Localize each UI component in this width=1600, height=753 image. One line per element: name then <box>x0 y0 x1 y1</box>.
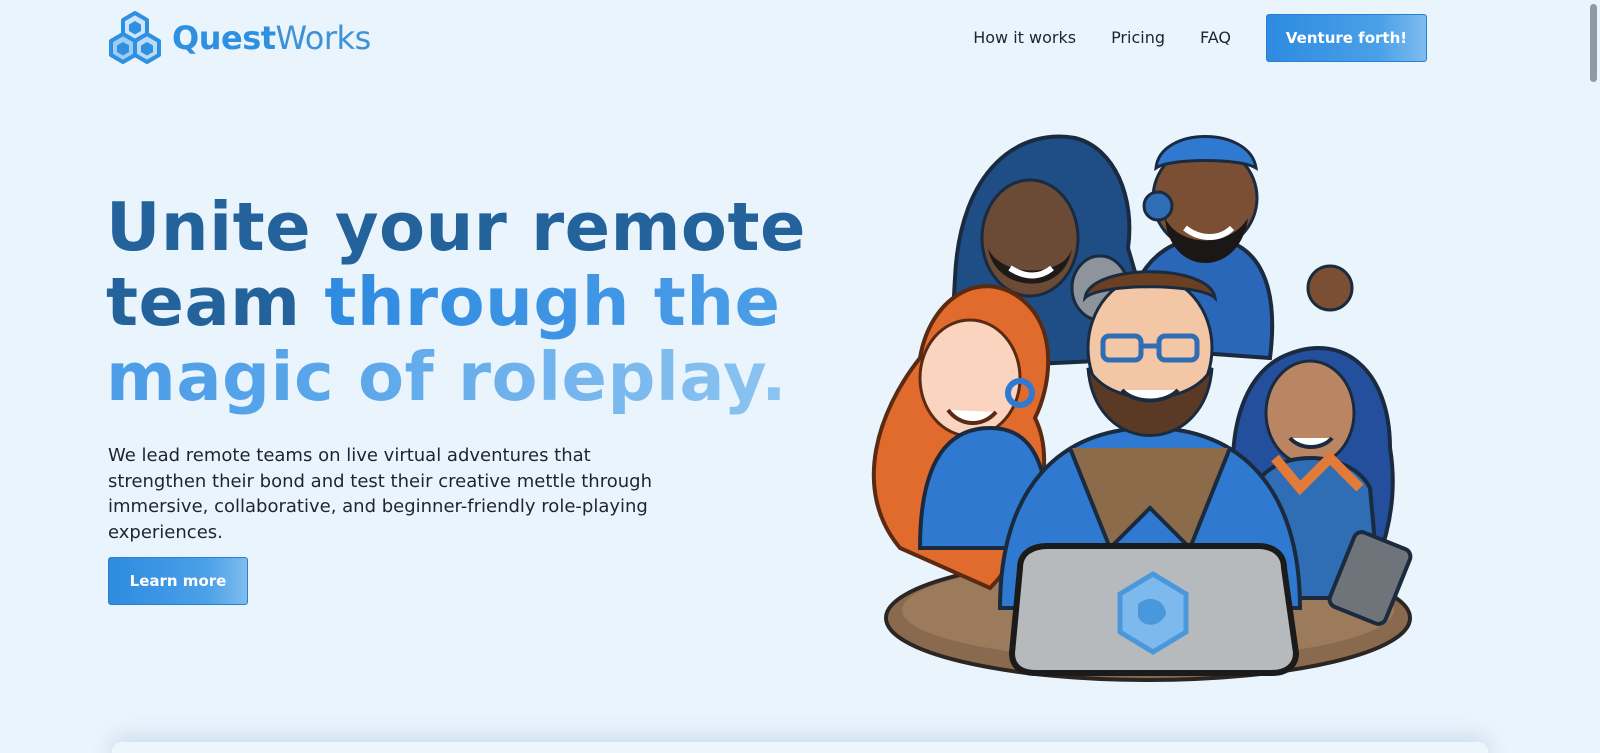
adventurer-party-illustration <box>871 134 1413 682</box>
page-scrollbar[interactable] <box>1586 0 1600 753</box>
nav-link-how-it-works[interactable]: How it works <box>973 14 1076 62</box>
landing-page: QuestWorks How it works Pricing FAQ Vent… <box>0 0 1600 753</box>
hexagon-cubes-icon <box>109 11 161 64</box>
next-section-card-edge <box>112 742 1488 753</box>
nav-link-pricing[interactable]: Pricing <box>1111 14 1165 62</box>
venture-forth-button[interactable]: Venture forth! <box>1266 14 1427 62</box>
site-header: QuestWorks How it works Pricing FAQ Vent… <box>0 0 1600 72</box>
scrollbar-thumb[interactable] <box>1590 4 1597 82</box>
learn-more-button[interactable]: Learn more <box>108 557 248 605</box>
hero-description: We lead remote teams on live virtual adv… <box>108 445 652 543</box>
brand-wordmark: QuestWorks <box>172 22 371 54</box>
brand-name-part2: Works <box>275 19 372 57</box>
hero-headline: Unite your remote team through the magic… <box>106 190 806 415</box>
nav-link-faq[interactable]: FAQ <box>1200 14 1231 62</box>
main-nav: How it works Pricing FAQ Venture forth! <box>973 14 1427 62</box>
brand-logo[interactable]: QuestWorks <box>108 10 371 64</box>
brand-name-part1: Quest <box>172 19 276 57</box>
